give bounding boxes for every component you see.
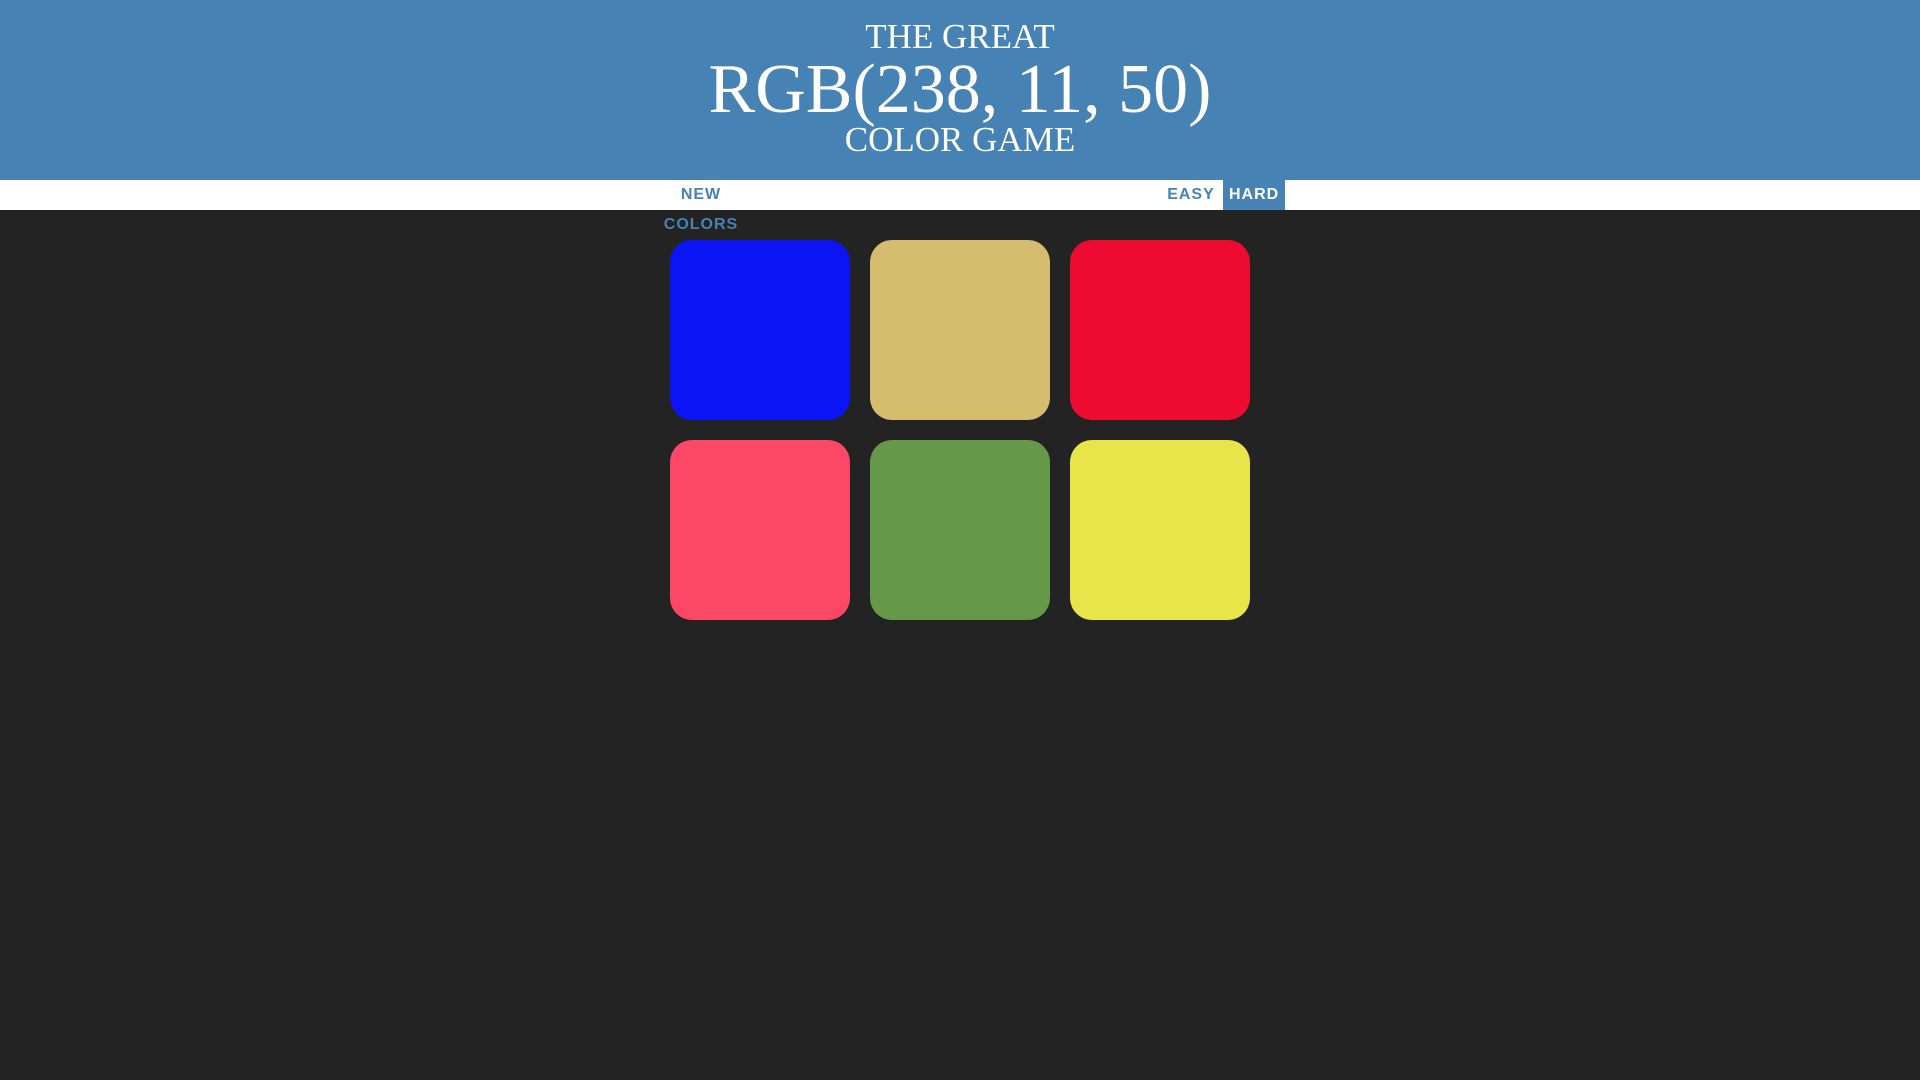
color-squares-grid (0, 0, 1920, 1080)
color-square[interactable] (670, 240, 850, 420)
color-square[interactable] (670, 440, 850, 620)
color-square[interactable] (870, 240, 1050, 420)
color-square[interactable] (870, 440, 1050, 620)
color-square[interactable] (1070, 440, 1250, 620)
color-square[interactable] (1070, 240, 1250, 420)
